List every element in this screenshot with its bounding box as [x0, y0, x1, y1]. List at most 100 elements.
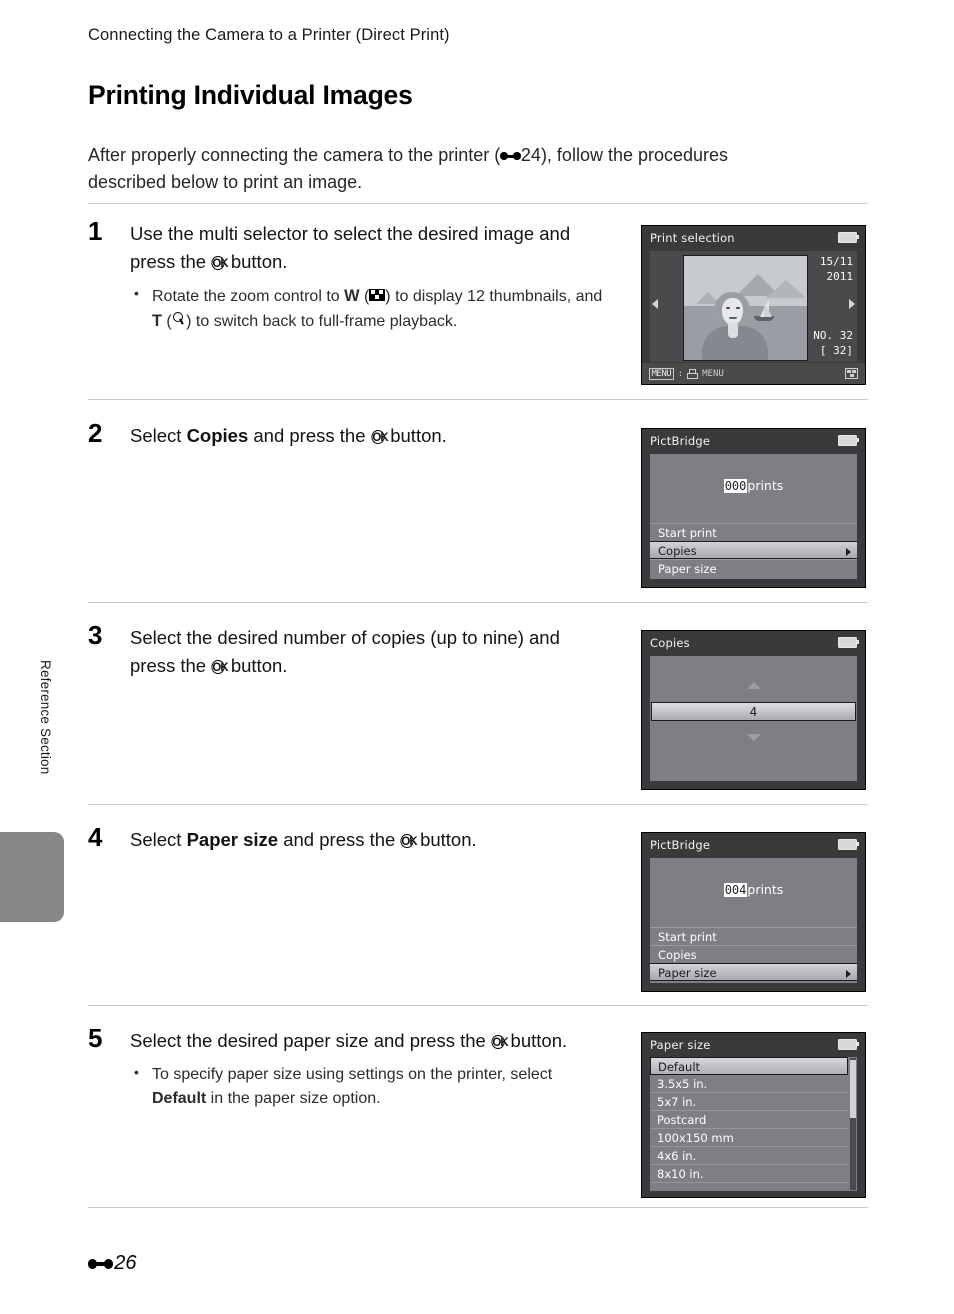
step-2-text-b: and press the: [248, 425, 371, 446]
print-count-value: 000: [723, 479, 748, 493]
thumbnail-view-icon[interactable]: [845, 368, 858, 379]
menu-badge[interactable]: MENU: [649, 367, 674, 380]
step-1-number: 1: [88, 216, 103, 246]
step-5-bullet-1: To specify paper size using settings on …: [130, 1062, 610, 1111]
copies-value[interactable]: 4: [651, 702, 856, 721]
battery-icon: [838, 839, 860, 850]
photo-thumbnail[interactable]: [683, 255, 808, 361]
step-4-body: Select Paper size and press the OK butto…: [130, 826, 610, 854]
step-5-text-a: Select the desired paper size and press …: [130, 1030, 491, 1051]
screen-title-bar: PictBridge: [642, 833, 865, 856]
divider-4: [88, 1005, 868, 1006]
step-4-text: Select Paper size and press the OK butto…: [130, 826, 610, 854]
screen-body: 004prints Start print Copies Paper size: [642, 856, 865, 991]
scrollbar-track[interactable]: [850, 1058, 856, 1190]
step-2-menu-name: Copies: [186, 425, 249, 446]
photo-number: NO. 32: [813, 329, 853, 343]
up-arrow-icon[interactable]: [746, 682, 761, 689]
down-arrow-icon[interactable]: [746, 734, 761, 741]
screen-title: Paper size: [650, 1037, 711, 1052]
ok-button-icon: OK: [400, 834, 418, 849]
pictbridge-menu-list: Start print Copies Paper size: [650, 523, 857, 577]
print-count-display: 004prints: [650, 882, 857, 897]
paper-size-option-default[interactable]: Default: [650, 1057, 848, 1075]
step-2-body: Select Copies and press the OK button.: [130, 422, 610, 450]
paper-size-stage: Default 3.5x5 in. 5x7 in. Postcard 100x1…: [650, 1057, 857, 1191]
step-3-number: 3: [88, 620, 103, 650]
section-thumb-tab: [0, 832, 64, 922]
print-count-value: 004: [723, 883, 748, 897]
screen-body: 4: [642, 654, 865, 789]
page-number: 26: [114, 1252, 137, 1274]
page-content: Connecting the Camera to a Printer (Dire…: [88, 0, 868, 1314]
paper-size-option-5x7[interactable]: 5x7 in.: [650, 1093, 848, 1111]
thumbnail-view-icon: [369, 288, 386, 302]
copies-stage: 4: [650, 656, 857, 781]
bullet-frag-a: To specify paper size using settings on …: [152, 1065, 553, 1083]
menu-item-start-print[interactable]: Start print: [650, 523, 857, 541]
bullet-default-option: Default: [152, 1089, 207, 1107]
screen-title: PictBridge: [650, 837, 711, 852]
battery-icon: [838, 232, 860, 243]
page-title: Printing Individual Images: [88, 80, 413, 110]
pictbridge-stage: 000prints Start print Copies Paper size: [650, 454, 857, 579]
menu-item-copies[interactable]: Copies: [650, 945, 857, 963]
screen-title: PictBridge: [650, 433, 711, 448]
photo-boat-sail-2: [764, 301, 772, 317]
reference-section-label: Reference Section: [38, 660, 53, 775]
photo-year: 2011: [826, 269, 854, 283]
e-reference-icon: [500, 150, 521, 161]
menu-item-copies[interactable]: Copies: [650, 541, 857, 559]
photo-date-info: 15/11 2011: [795, 255, 853, 285]
printer-icon: [687, 368, 699, 379]
step-2-text-c: button.: [385, 425, 447, 446]
paper-size-option-8x10[interactable]: 8x10 in.: [650, 1165, 848, 1183]
step-1-bullet-1: Rotate the zoom control to W () to displ…: [130, 283, 610, 334]
step-4-menu-name: Paper size: [186, 829, 279, 850]
print-count-display: 000prints: [650, 478, 857, 493]
menu-item-paper-size[interactable]: Paper size: [650, 963, 857, 981]
paper-size-option-100x150[interactable]: 100x150 mm: [650, 1129, 848, 1147]
bottom-bar-menu-text: MENU: [702, 368, 724, 379]
battery-icon: [838, 637, 860, 648]
right-arrow-icon[interactable]: [849, 299, 855, 309]
paper-size-option-3_5x5[interactable]: 3.5x5 in.: [650, 1075, 848, 1093]
screen-pictbridge-step4: PictBridge 004prints Start print Copies …: [641, 832, 866, 992]
screen-copies: Copies 4: [641, 630, 866, 790]
scrollbar-thumb[interactable]: [850, 1060, 856, 1118]
step-4-text-c: button.: [414, 829, 477, 850]
ok-button-icon: OK: [211, 255, 229, 271]
screen-paper-size: Paper size Default 3.5x5 in. 5x7 in. Pos…: [641, 1032, 866, 1198]
photo-number-info: NO. 32 [ 32]: [791, 329, 853, 359]
step-1-body: Use the multi selector to select the des…: [130, 220, 610, 336]
step-5-number: 5: [88, 1023, 103, 1053]
screen-pictbridge-step2: PictBridge 000prints Start print Copies …: [641, 428, 866, 588]
screen-body: 000prints Start print Copies Paper size: [642, 452, 865, 587]
step-3-text-b: button.: [225, 654, 288, 676]
paper-size-option-postcard[interactable]: Postcard: [650, 1111, 848, 1129]
pictbridge-menu-list: Start print Copies Paper size: [650, 927, 857, 981]
step-2-text-a: Select: [130, 425, 187, 446]
battery-icon: [838, 1039, 860, 1050]
screen-print-selection: Print selection 15/11 2011 NO. 32 [32] …: [641, 225, 866, 385]
paper-size-option-4x6[interactable]: 4x6 in.: [650, 1147, 848, 1165]
step-4-number: 4: [88, 822, 103, 852]
screen-body: 15/11 2011 NO. 32 [ 32] MENU : MENU: [642, 249, 865, 384]
screen-title-bar: Print selection: [642, 226, 865, 249]
intro-reference-number: 24: [520, 145, 541, 165]
divider-3: [88, 804, 868, 805]
step-1-text-b: button.: [225, 250, 288, 272]
left-arrow-icon[interactable]: [652, 299, 658, 309]
divider-bottom: [88, 1207, 868, 1208]
step-1-bullets: Rotate the zoom control to W () to displ…: [130, 283, 610, 334]
step-1-text: Use the multi selector to select the des…: [130, 220, 610, 276]
step-1-text-a: Use the multi selector to select the des…: [130, 223, 571, 272]
paper-size-list: Default 3.5x5 in. 5x7 in. Postcard 100x1…: [650, 1057, 848, 1191]
e-reference-icon: [88, 1257, 114, 1271]
photo-person-hand: [728, 322, 738, 338]
bullet-frag-b: (: [359, 287, 370, 305]
menu-item-start-print[interactable]: Start print: [650, 927, 857, 945]
step-5-text: Select the desired paper size and press …: [130, 1027, 610, 1055]
divider-2: [88, 602, 868, 603]
menu-item-paper-size[interactable]: Paper size: [650, 559, 857, 577]
